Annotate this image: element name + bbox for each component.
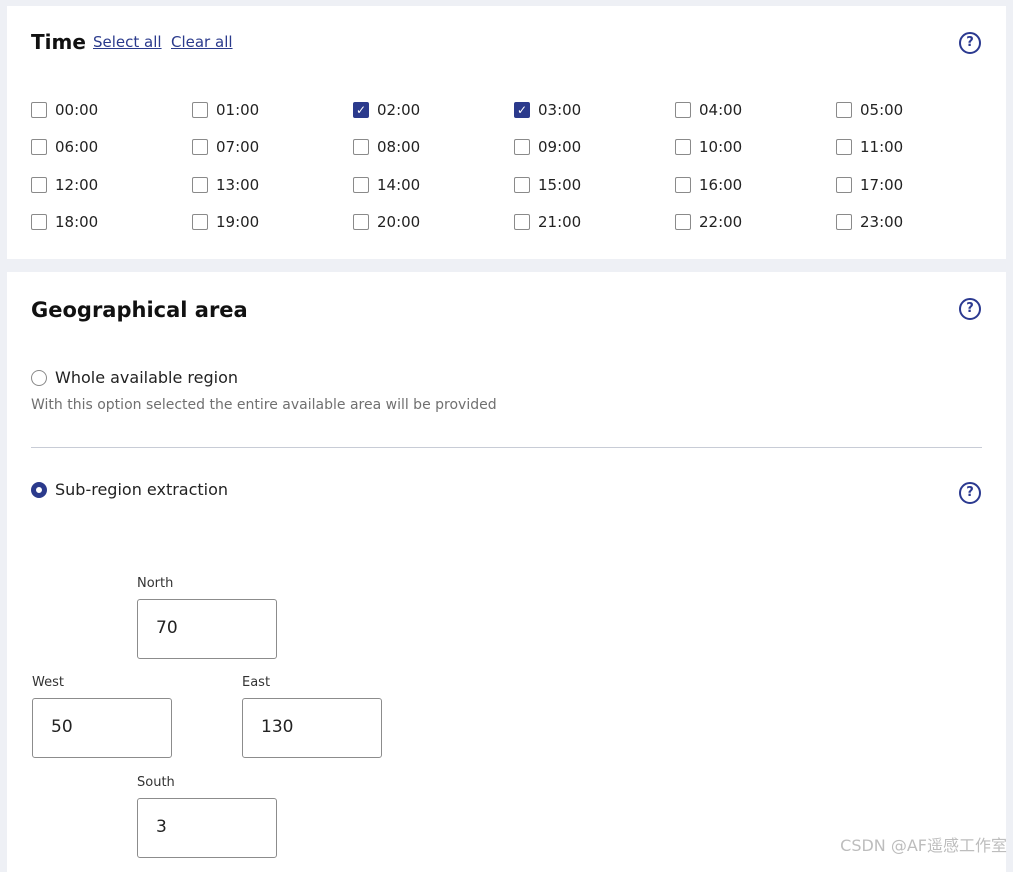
whole-region-description: With this option selected the entire ava… — [31, 397, 497, 413]
hour-checkbox-item[interactable]: 09:00 — [514, 137, 581, 157]
checkbox-icon[interactable] — [353, 177, 369, 193]
hour-label: 00:00 — [55, 101, 99, 119]
whole-region-radio[interactable] — [31, 369, 47, 386]
checkbox-checked-icon[interactable]: ✓ — [514, 102, 530, 118]
hour-label: 14:00 — [377, 176, 421, 194]
hour-checkbox-item[interactable]: 01:00 — [192, 100, 259, 120]
hour-checkbox-item[interactable]: 13:00 — [192, 175, 259, 195]
hour-label: 05:00 — [860, 101, 904, 119]
sub-region-label: Sub-region extraction — [55, 480, 229, 499]
hour-checkbox-item[interactable]: 16:00 — [675, 175, 742, 195]
hour-checkbox-item[interactable]: 18:00 — [31, 212, 98, 232]
checkbox-icon[interactable] — [836, 177, 852, 193]
checkbox-icon[interactable] — [353, 139, 369, 155]
geo-panel: Geographical area ? Whole available regi… — [7, 272, 1006, 872]
hour-checkbox-item[interactable]: 04:00 — [675, 100, 742, 120]
hour-checkbox-item[interactable]: 06:00 — [31, 137, 98, 157]
checkbox-icon[interactable] — [836, 102, 852, 118]
clear-all-link[interactable]: Clear all — [171, 33, 233, 51]
checkbox-icon[interactable] — [31, 214, 47, 230]
checkbox-icon[interactable] — [31, 102, 47, 118]
hour-label: 11:00 — [860, 138, 904, 156]
hour-checkbox-item[interactable]: 22:00 — [675, 212, 742, 232]
checkbox-icon[interactable] — [192, 177, 208, 193]
hour-label: 07:00 — [216, 138, 260, 156]
hour-checkbox-item[interactable]: 23:00 — [836, 212, 903, 232]
time-title: Time — [31, 30, 86, 54]
geo-title: Geographical area — [31, 298, 248, 322]
hour-label: 08:00 — [377, 138, 421, 156]
checkbox-icon[interactable] — [192, 102, 208, 118]
hour-label: 12:00 — [55, 176, 99, 194]
sub-region-help-icon[interactable]: ? — [959, 482, 981, 504]
checkbox-icon[interactable] — [675, 102, 691, 118]
time-help-icon[interactable]: ? — [959, 32, 981, 54]
south-input[interactable]: 3 — [137, 798, 277, 858]
checkbox-icon[interactable] — [514, 177, 530, 193]
checkbox-checked-icon[interactable]: ✓ — [353, 102, 369, 118]
sub-region-option[interactable]: Sub-region extraction — [31, 480, 228, 499]
watermark: CSDN @AF遥感工作室 — [840, 836, 1007, 855]
hour-label: 13:00 — [216, 176, 260, 194]
divider — [31, 447, 982, 448]
checkbox-icon[interactable] — [675, 177, 691, 193]
checkbox-icon[interactable] — [836, 139, 852, 155]
hour-checkbox-item[interactable]: 00:00 — [31, 100, 98, 120]
hour-checkbox-item[interactable]: ✓ 03:00 — [514, 100, 581, 120]
hour-label: 23:00 — [860, 213, 904, 231]
hour-label: 22:00 — [699, 213, 743, 231]
checkbox-icon[interactable] — [353, 214, 369, 230]
whole-region-option[interactable]: Whole available region — [31, 368, 238, 387]
hour-checkbox-item[interactable]: 11:00 — [836, 137, 903, 157]
hour-label: 10:00 — [699, 138, 743, 156]
hour-label: 15:00 — [538, 176, 582, 194]
hour-label: 16:00 — [699, 176, 743, 194]
checkbox-icon[interactable] — [192, 139, 208, 155]
west-input[interactable]: 50 — [32, 698, 172, 758]
hour-checkbox-item[interactable]: 05:00 — [836, 100, 903, 120]
hour-checkbox-item[interactable]: 14:00 — [353, 175, 420, 195]
hour-label: 17:00 — [860, 176, 904, 194]
checkbox-icon[interactable] — [675, 139, 691, 155]
sub-region-radio[interactable] — [31, 481, 47, 498]
checkbox-icon[interactable] — [836, 214, 852, 230]
north-input[interactable]: 70 — [137, 599, 277, 659]
east-input[interactable]: 130 — [242, 698, 382, 758]
hour-label: 20:00 — [377, 213, 421, 231]
hour-checkbox-item[interactable]: 12:00 — [31, 175, 98, 195]
checkbox-icon[interactable] — [514, 139, 530, 155]
hour-label: 04:00 — [699, 101, 743, 119]
hour-checkbox-item[interactable]: 10:00 — [675, 137, 742, 157]
hour-checkbox-item[interactable]: ✓ 02:00 — [353, 100, 420, 120]
hour-checkbox-item[interactable]: 21:00 — [514, 212, 581, 232]
hour-checkbox-item[interactable]: 20:00 — [353, 212, 420, 232]
checkbox-icon[interactable] — [31, 177, 47, 193]
hour-checkbox-item[interactable]: 08:00 — [353, 137, 420, 157]
checkbox-icon[interactable] — [675, 214, 691, 230]
north-label: North — [137, 576, 174, 591]
hour-checkbox-item[interactable]: 15:00 — [514, 175, 581, 195]
whole-region-label: Whole available region — [55, 368, 239, 387]
hour-label: 19:00 — [216, 213, 260, 231]
hour-label: 03:00 — [538, 101, 582, 119]
hour-checkbox-item[interactable]: 19:00 — [192, 212, 259, 232]
hour-checkbox-item[interactable]: 07:00 — [192, 137, 259, 157]
hour-label: 18:00 — [55, 213, 99, 231]
checkbox-icon[interactable] — [514, 214, 530, 230]
time-panel: Time Select all Clear all ? 00:00 01:00 ✓ 0… — [7, 6, 1006, 259]
west-label: West — [32, 675, 64, 690]
geo-help-icon[interactable]: ? — [959, 298, 981, 320]
hour-label: 06:00 — [55, 138, 99, 156]
south-label: South — [137, 775, 175, 790]
checkbox-icon[interactable] — [31, 139, 47, 155]
hour-label: 21:00 — [538, 213, 582, 231]
east-label: East — [242, 675, 271, 690]
hour-checkbox-item[interactable]: 17:00 — [836, 175, 903, 195]
checkbox-icon[interactable] — [192, 214, 208, 230]
hour-label: 02:00 — [377, 101, 421, 119]
hour-label: 01:00 — [216, 101, 260, 119]
select-all-link[interactable]: Select all — [93, 33, 162, 51]
hour-label: 09:00 — [538, 138, 582, 156]
